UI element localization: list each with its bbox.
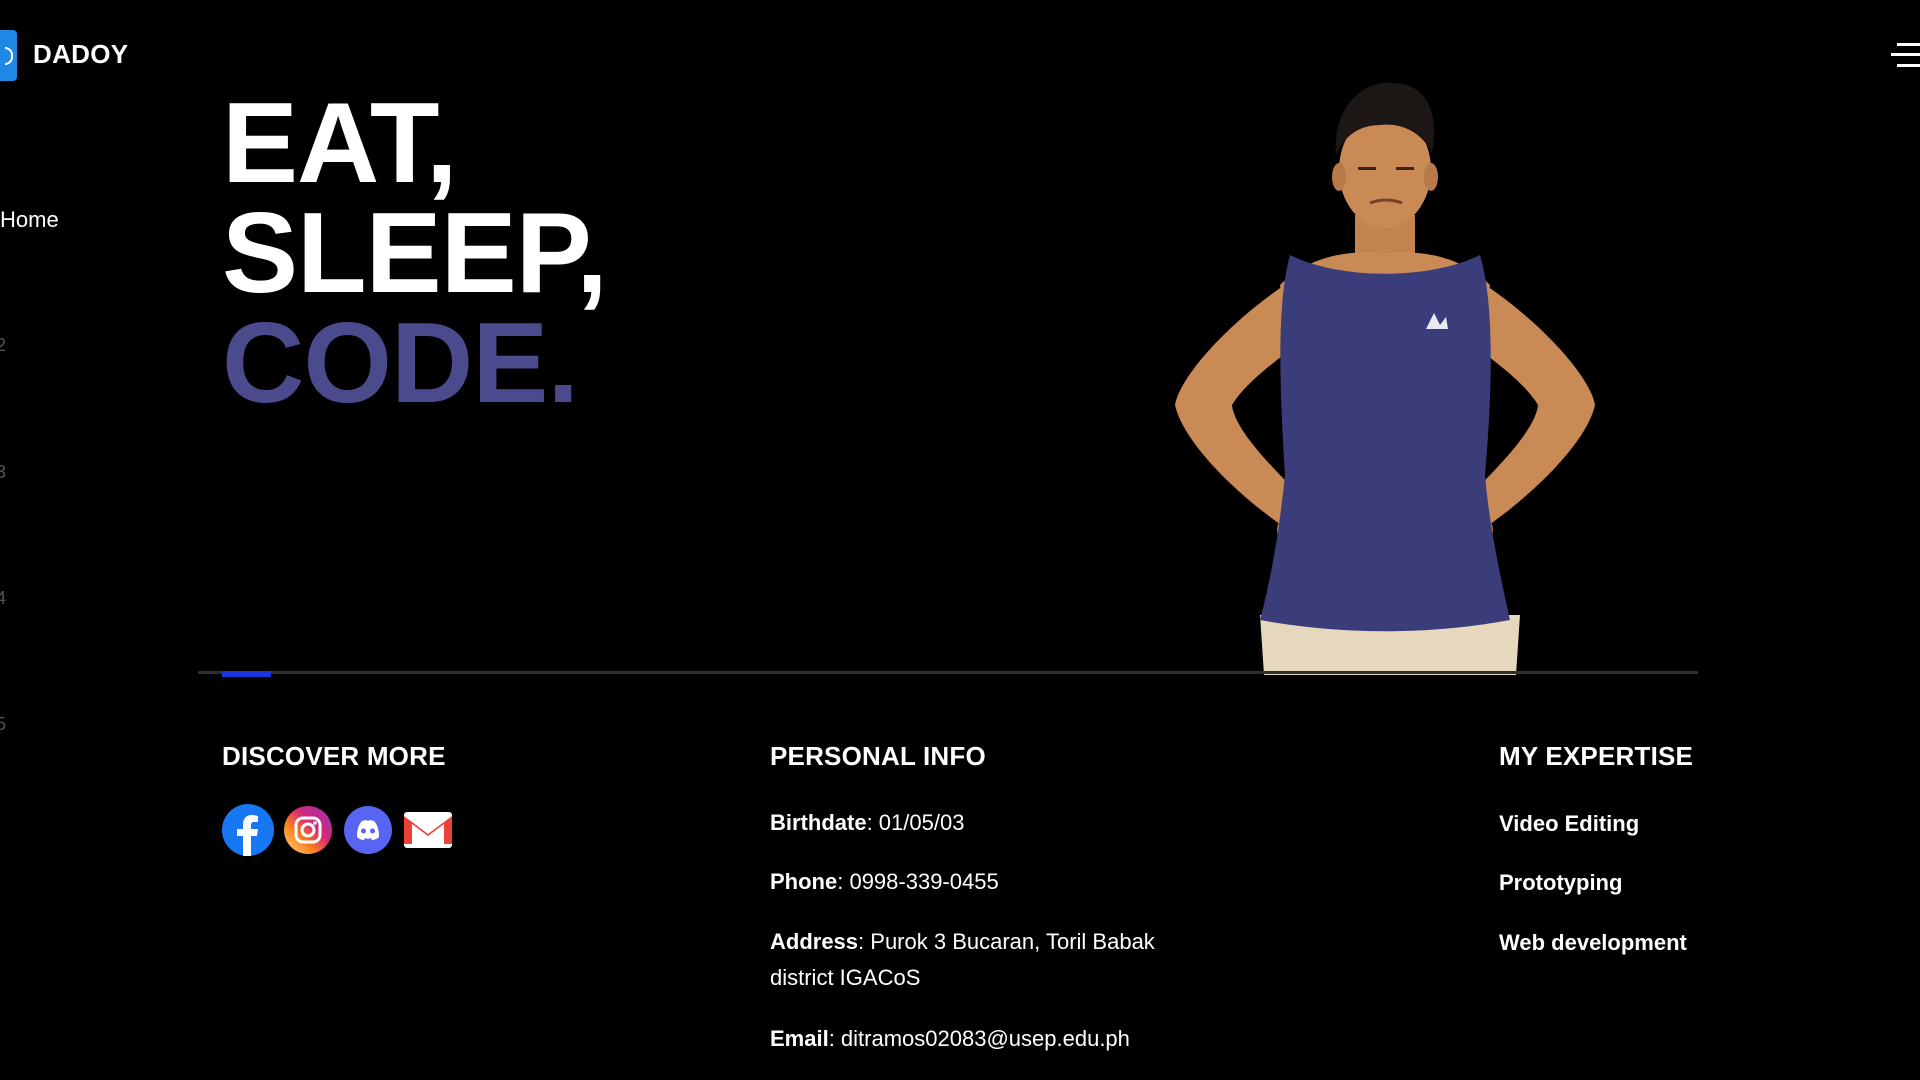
brand-name[interactable]: DADOY (33, 39, 128, 70)
info-email: Email: ditramos02083@usep.edu.ph (770, 1026, 1130, 1051)
gmail-icon[interactable] (402, 804, 454, 856)
nav-item-home[interactable]: Home (0, 207, 59, 233)
my-expertise-title: MY EXPERTISE (1499, 741, 1694, 771)
hero-line-sleep: SLEEP, (222, 190, 608, 317)
facebook-icon[interactable] (222, 804, 274, 856)
expertise-item: Web development (1499, 930, 1687, 955)
social-links (222, 804, 454, 856)
discover-more-title: DISCOVER MORE (222, 741, 446, 771)
nav-item-4[interactable]: 4 (0, 588, 6, 609)
nav-item-3[interactable]: 3 (0, 462, 6, 483)
hero-line-eat: EAT, (222, 80, 458, 207)
section-divider (198, 671, 1698, 677)
slide-indicator (222, 671, 271, 677)
expertise-item: Video Editing (1499, 811, 1640, 836)
nav-item-5[interactable]: 5 (0, 714, 6, 735)
info-phone: Phone: 0998-339-0455 (770, 869, 999, 894)
hamburger-menu-icon[interactable] (1891, 39, 1920, 71)
info-birthdate: Birthdate: 01/05/03 (770, 810, 965, 835)
instagram-icon[interactable] (282, 804, 334, 856)
portrait-image (1175, 82, 1595, 675)
info-address: Address: Purok 3 Bucaran, Toril Babak di… (770, 929, 1155, 990)
expertise-item: Prototyping (1499, 870, 1623, 895)
logo-icon[interactable] (0, 30, 17, 81)
nav-item-2[interactable]: 2 (0, 335, 6, 356)
discord-icon[interactable] (342, 804, 394, 856)
hero-line-code: CODE. (222, 300, 579, 427)
personal-info-title: PERSONAL INFO (770, 741, 986, 771)
